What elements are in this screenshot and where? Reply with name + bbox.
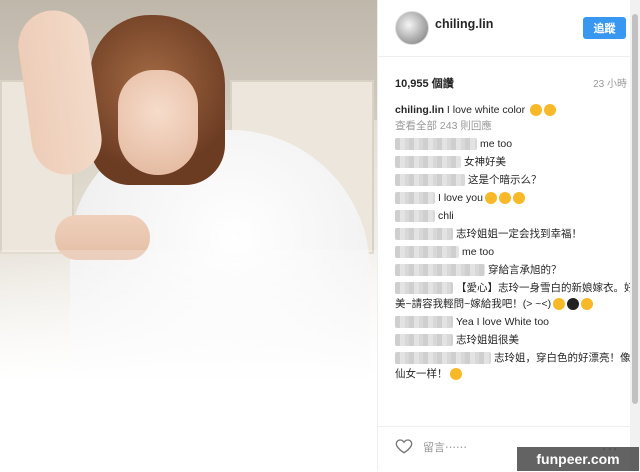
post-side-panel: chiling.lin 追蹤 10,955 個讚 23 小時 chiling.l…: [377, 0, 640, 471]
blurred-username[interactable]: [395, 174, 465, 187]
photo-face: [118, 70, 198, 175]
comment-item: 穿給言承旭的？: [395, 262, 635, 278]
comment-text: 女神好美: [464, 156, 506, 168]
comment-text: 穿給言承旭的？: [488, 264, 562, 276]
comment-item: 志玲姐姐很美: [395, 332, 635, 348]
caption-text: I love white color: [446, 104, 526, 116]
comment-text: chli: [438, 210, 454, 222]
comment-item: Yea I love White too: [395, 314, 635, 330]
blurred-username[interactable]: [395, 228, 453, 241]
blurred-username[interactable]: [395, 138, 477, 151]
comment-text: me too: [462, 246, 495, 258]
avatar[interactable]: [395, 11, 429, 45]
scrollbar-thumb[interactable]: [632, 14, 638, 404]
emoji-icon: [498, 192, 511, 205]
comment-item: 志玲姐，穿白色的好漂亮！像仙女一样！: [395, 350, 635, 382]
blurred-username[interactable]: [395, 156, 461, 169]
photo-sheet: [0, 250, 377, 471]
comment-item: 【愛心】志玲一身雪白的新娘嫁衣。好美~請容我輕問~嫁給我吧！(> ~<): [395, 280, 635, 312]
view-all-comments-link[interactable]: 查看全部 243 則回應: [395, 118, 635, 134]
likes-count[interactable]: 10,955 個讚: [395, 75, 454, 91]
emoji-icon: [553, 298, 566, 311]
heart-eyes-icon: [530, 104, 543, 117]
comment-text: 这是个暗示么？: [468, 174, 542, 186]
comments-list: chiling.lin I love white color 查看全部 243 …: [395, 102, 635, 420]
comment-item: 这是个暗示么？: [395, 172, 635, 188]
emoji-icon: [449, 368, 462, 381]
comment-input[interactable]: 留言⋯⋯: [423, 439, 467, 455]
comment-item: me too: [395, 244, 635, 260]
post-photo[interactable]: [0, 0, 377, 471]
comment-item: I love you: [395, 190, 635, 206]
emoji-icon: [512, 192, 525, 205]
comment-text: me too: [480, 138, 513, 150]
blurred-username[interactable]: [395, 352, 491, 365]
caption: chiling.lin I love white color: [395, 102, 635, 118]
follow-button[interactable]: 追蹤: [583, 17, 626, 39]
post-time[interactable]: 23 小時: [593, 75, 627, 90]
blurred-username[interactable]: [395, 334, 453, 347]
comment-text: 志玲姐姐很美: [456, 334, 519, 346]
emoji-icon: [581, 298, 594, 311]
heart-eyes-icon: [544, 104, 557, 117]
black-heart-icon: [567, 298, 580, 311]
username-link[interactable]: chiling.lin: [435, 17, 493, 31]
blurred-username[interactable]: [395, 282, 453, 295]
blurred-username[interactable]: [395, 192, 435, 205]
comment-text: I love you: [438, 192, 483, 204]
emoji-icon: [484, 192, 497, 205]
comment-item: me too: [395, 136, 635, 152]
blurred-username[interactable]: [395, 246, 459, 259]
comment-text: Yea I love White too: [456, 316, 550, 328]
caption-username[interactable]: chiling.lin: [395, 104, 444, 116]
blurred-username[interactable]: [395, 264, 485, 277]
scrollbar[interactable]: [630, 0, 640, 471]
comment-text: 志玲姐姐一定会找到幸福！: [456, 228, 582, 240]
post-header: chiling.lin 追蹤: [378, 0, 640, 57]
blurred-username[interactable]: [395, 210, 435, 223]
comment-item: 女神好美: [395, 154, 635, 170]
comment-item: chli: [395, 208, 635, 224]
watermark: funpeer.com: [517, 447, 639, 471]
heart-icon[interactable]: [395, 437, 413, 455]
blurred-username[interactable]: [395, 316, 453, 329]
comment-item: 志玲姐姐一定会找到幸福！: [395, 226, 635, 242]
